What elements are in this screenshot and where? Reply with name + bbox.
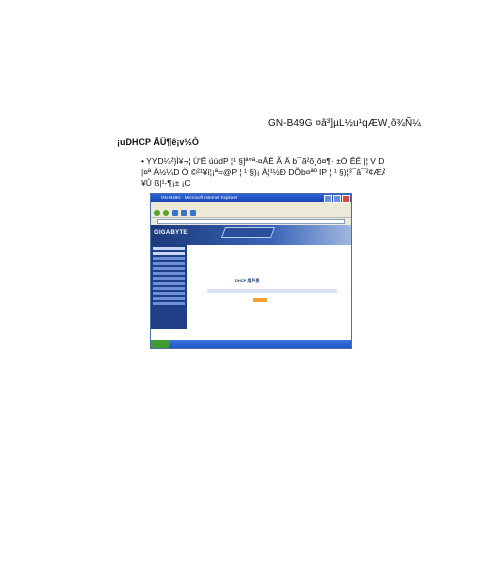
refresh-icon xyxy=(181,209,187,216)
address-field xyxy=(157,219,345,224)
nav-item xyxy=(153,287,185,290)
dhcp-table-title: DHCP 用戶表 xyxy=(235,278,260,283)
nav-item xyxy=(153,257,185,260)
nav-item xyxy=(153,297,185,300)
nav-item xyxy=(153,292,185,295)
nav-item xyxy=(153,302,185,305)
address-bar xyxy=(151,218,351,225)
forward-icon xyxy=(163,209,169,216)
refresh-button xyxy=(253,298,267,302)
dhcp-table-header xyxy=(207,289,337,293)
model-badge xyxy=(220,227,276,238)
stop-icon xyxy=(172,209,178,216)
bullet-paragraph: • YYD¼²}Ì¥¬¦ Ù'Ê úúdP ¦¹ §]ª°ª-¤ÂË Ã Ä b… xyxy=(141,156,385,189)
paragraph-line: • YYD¼²}Ì¥¬¦ Ù'Ê úúdP ¦¹ §]ª°ª-¤ÂË Ã Ä b… xyxy=(141,156,385,166)
minimize-icon xyxy=(324,195,332,203)
embedded-browser-screenshot: GN-B49G - Microsoft Internet Explorer GI… xyxy=(150,193,352,349)
router-content: DHCP 用戶表 xyxy=(151,245,351,329)
brand-logo: GIGABYTE xyxy=(154,230,188,236)
window-titlebar: GN-B49G - Microsoft Internet Explorer xyxy=(151,194,351,203)
window-controls xyxy=(324,195,350,203)
paragraph-line: |¤ª À½¼D Ò ©²¹¥í¦¡ª=@P ¦ ¹ §)¡ À¦¹½Ð DÕb… xyxy=(141,167,385,177)
nav-item xyxy=(153,267,185,270)
nav-item xyxy=(153,252,185,255)
paragraph-line: ¥Û ß|¹-¶¡± ¡C xyxy=(141,178,191,188)
router-nav xyxy=(151,245,187,329)
nav-item xyxy=(153,282,185,285)
window-title: GN-B49G - Microsoft Internet Explorer xyxy=(161,195,238,200)
router-banner: GIGABYTE xyxy=(151,225,351,245)
windows-taskbar xyxy=(151,340,351,348)
page-header: GN-B49G ¤ã³]µL½u¹qÆW¸õ¾Ñ¼ xyxy=(268,118,421,129)
nav-item xyxy=(153,277,185,280)
nav-item xyxy=(153,262,185,265)
back-icon xyxy=(154,209,160,216)
maximize-icon xyxy=(333,195,341,203)
router-main: DHCP 用戶表 xyxy=(187,245,351,329)
home-icon xyxy=(190,209,196,216)
close-icon xyxy=(342,195,350,203)
nav-item xyxy=(153,247,185,250)
browser-toolbar xyxy=(151,208,351,218)
section-heading: ¡uDHCP ÅÜ¶ê¡v½Ò xyxy=(117,137,199,147)
start-button xyxy=(151,340,169,348)
nav-item xyxy=(153,272,185,275)
